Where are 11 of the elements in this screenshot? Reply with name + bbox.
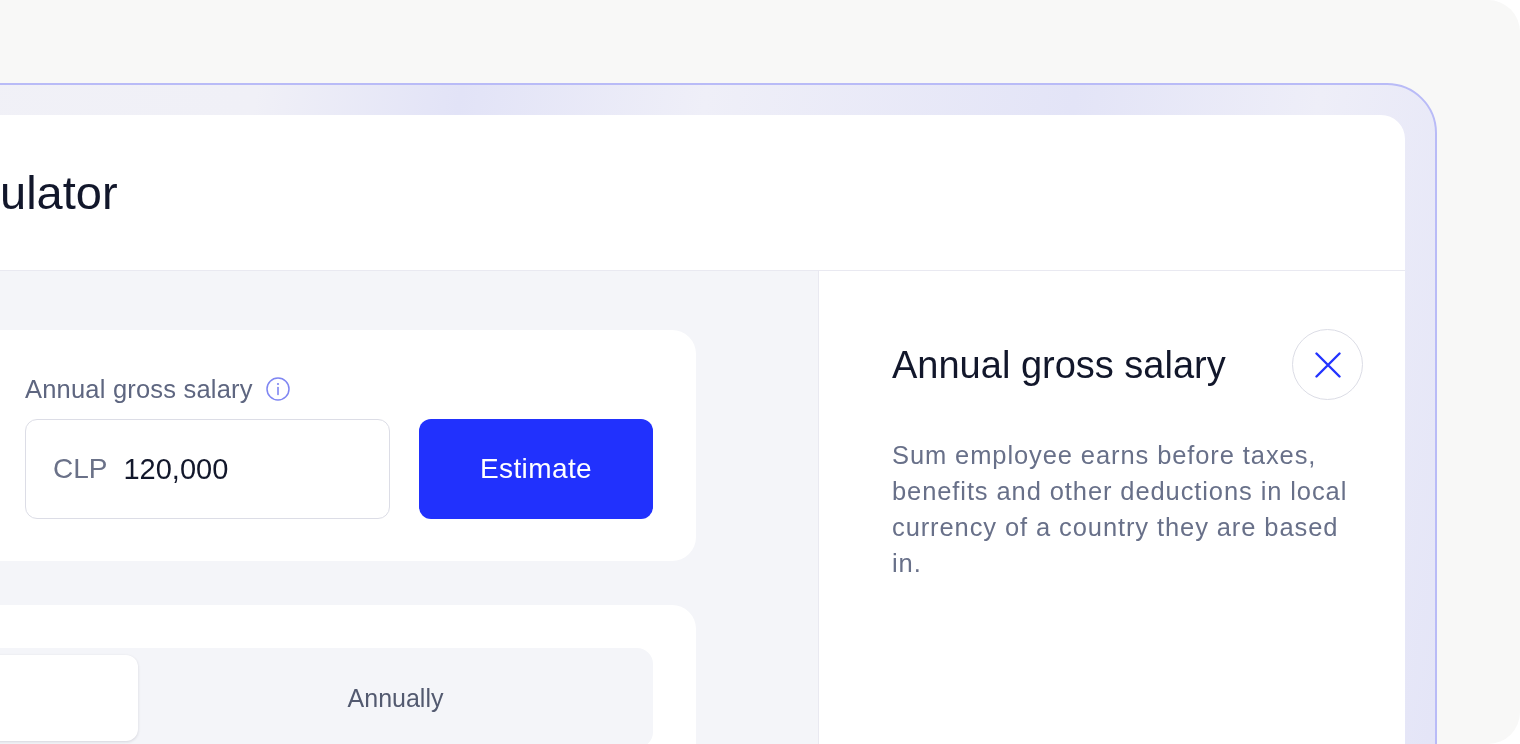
field-label: Annual gross salary [25, 374, 253, 404]
amount-input[interactable]: 120,000 [123, 452, 244, 486]
help-description: Sum employee earns before taxes, benefits and other deductions in local currency of a country they are based in. [892, 440, 1349, 579]
page-title: ulator [0, 164, 118, 221]
currency-code: CLP [53, 453, 108, 485]
close-icon [1314, 351, 1341, 378]
period-tab[interactable]: Annually [145, 655, 646, 741]
help-title: Annual gross salary [892, 342, 1226, 387]
estimate-button[interactable]: Estimate [419, 419, 653, 519]
info-icon[interactable] [265, 377, 290, 401]
salary-field[interactable]: CLP 120,000 [25, 419, 390, 519]
